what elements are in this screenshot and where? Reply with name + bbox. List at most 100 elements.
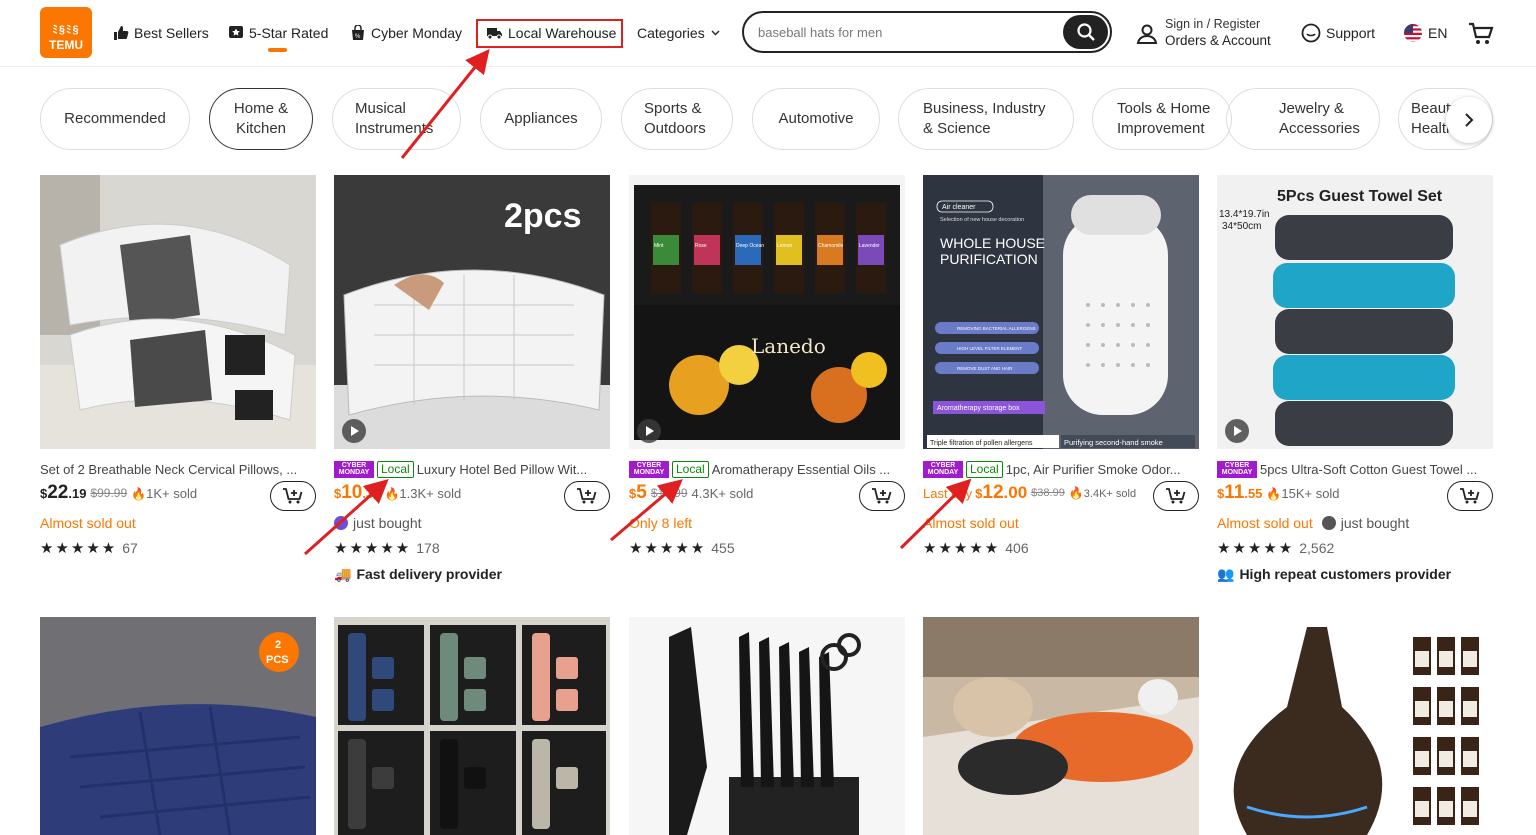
product-image-essential-oils[interactable]: Mint Rose Deep Ocean Lemon Chamomile Lavender… (629, 175, 905, 449)
stock-tag: Almost sold out (923, 515, 1019, 531)
chevron-right-icon (1465, 113, 1474, 127)
add-to-cart-button[interactable] (270, 481, 316, 511)
rating-row: ★★★★★ 2,562 (1217, 539, 1334, 557)
avatar (1321, 516, 1336, 530)
nav-five-star-rated[interactable]: 5-Star Rated (228, 22, 328, 44)
brand-lanedo: Lanedo (751, 334, 826, 358)
chip-musical-instruments[interactable]: Musical Instruments (332, 88, 461, 150)
product-title-row[interactable]: CYBER MONDAY Local Aromatherapy Essential… (629, 460, 905, 478)
add-to-cart-button[interactable] (564, 481, 610, 511)
chip-home-kitchen[interactable]: Home & Kitchen (209, 88, 313, 150)
svg-text:%: % (355, 34, 361, 40)
sold-count: 4.3K+ sold (691, 485, 754, 501)
image-text: PURIFICATION (940, 251, 1038, 267)
product-card[interactable]: 2pcs CYBER MONDAY Local Luxury Hotel Bed … (334, 175, 610, 585)
flame-icon: 🔥 (1266, 486, 1282, 501)
price-decimal: .34 (362, 485, 381, 501)
product-title-row[interactable]: CYBER MONDAY Local Luxury Hotel Bed Pillo… (334, 460, 610, 478)
product-image-knife-set[interactable] (629, 617, 905, 835)
nav-best-sellers-label: Best Sellers (134, 25, 209, 41)
provider-label: High repeat customers provider (1239, 566, 1452, 582)
chip-recommended[interactable]: Recommended (40, 88, 190, 150)
us-flag-icon (1404, 24, 1422, 42)
product-card[interactable]: Air cleaner Selection of new house decor… (923, 175, 1199, 565)
rating-count: 455 (711, 540, 735, 556)
product-title-row[interactable]: CYBER MONDAY Local 1pc, Air Purifier Smok… (923, 460, 1199, 478)
oil-label (1439, 751, 1453, 767)
category-next-button[interactable] (1446, 97, 1492, 143)
product-image-blue-pillow[interactable]: 2 PCS (40, 617, 316, 835)
price-currency: $ (1217, 485, 1225, 501)
chip-appliances[interactable]: Appliances (480, 88, 602, 150)
social-tag: just bought (334, 514, 422, 532)
image-text-2pcs: 2pcs (504, 197, 582, 235)
sold-count: 15K+ sold (1281, 485, 1340, 501)
oil-label (1415, 751, 1429, 767)
product-card[interactable]: Set of 2 Breathable Neck Cervical Pillow… (40, 175, 316, 565)
product-image-cat-pillow[interactable] (923, 617, 1199, 835)
product-image-hotel-pillow[interactable]: 2pcs (334, 175, 610, 449)
add-to-cart-button[interactable] (859, 481, 905, 511)
product-title: 5pcs Ultra-Soft Cotton Guest Towel ... (1260, 461, 1478, 477)
oil-label (817, 235, 843, 265)
sold-count: 3.4K+ sold (1083, 488, 1137, 500)
add-to-cart-icon (872, 488, 892, 504)
add-to-cart-icon (1166, 488, 1186, 504)
local-badge: Local (377, 460, 414, 478)
support-link[interactable]: Support (1301, 22, 1375, 44)
chip-business-industry-science[interactable]: Business, Industry & Science (898, 88, 1074, 150)
chip-automotive[interactable]: Automotive (752, 88, 880, 150)
language-selector[interactable]: EN (1403, 22, 1447, 44)
oil-label (858, 235, 884, 265)
product-image-pillows[interactable] (40, 175, 316, 449)
search-button[interactable] (1063, 15, 1108, 49)
flame-icon: 🔥 (1068, 486, 1084, 500)
search-input[interactable] (758, 22, 1048, 42)
price-currency: $ (629, 485, 637, 501)
image-text: 2 (275, 639, 281, 651)
nav-cyber-monday-label: Cyber Monday (371, 25, 463, 41)
product-image-air-purifier[interactable]: Air cleaner Selection of new house decor… (923, 175, 1199, 449)
product-card[interactable]: Mint Rose Deep Ocean Lemon Chamomile Lavender… (629, 175, 905, 565)
flame-icon: 🔥 (384, 486, 400, 501)
chip-jewelry-accessories[interactable]: Jewelry & Accessories (1226, 88, 1380, 150)
nav-five-star-label: 5-Star Rated (249, 25, 329, 41)
product-title[interactable]: Set of 2 Breathable Neck Cervical Pillow… (40, 460, 316, 478)
stock-tag-row: Almost sold out just bought (1217, 514, 1409, 532)
video-play-icon[interactable] (342, 419, 366, 443)
image-text: HIGH LEVEL FILTER ELEMENT (957, 346, 1023, 351)
logo-text: TEMU (49, 38, 83, 52)
add-to-cart-button[interactable] (1153, 481, 1199, 511)
nav-cyber-monday[interactable]: % Cyber Monday (350, 22, 462, 44)
rating-count: 406 (1005, 540, 1029, 556)
cart-button[interactable] (1468, 22, 1494, 51)
rating-count: 178 (416, 540, 440, 556)
oil-label (694, 235, 720, 265)
delivery-truck-icon: 🚚 (334, 565, 352, 582)
local-badge: Local (966, 460, 1003, 478)
price-integer: 11 (1224, 482, 1245, 503)
cyber-monday-badge: CYBER MONDAY (334, 460, 374, 478)
nav-categories[interactable]: Categories (637, 22, 720, 44)
product-image-towels[interactable]: 5Pcs Guest Towel Set 13.4*19.7in 34*50cm (1217, 175, 1493, 449)
product-card[interactable]: 5Pcs Guest Towel Set 13.4*19.7in 34*50cm… (1217, 175, 1493, 585)
nav-best-sellers[interactable]: Best Sellers (113, 22, 209, 44)
cyber-monday-badge: CYBER MONDAY (1217, 460, 1257, 478)
add-to-cart-button[interactable] (1447, 481, 1493, 511)
chip-tools-home-improvement[interactable]: Tools & Home Improvement (1092, 88, 1232, 150)
nav-active-underline (268, 48, 287, 52)
product-image-diffuser[interactable] (1217, 617, 1493, 835)
image-text: Triple filtration of pollen allergens (930, 440, 1033, 447)
chip-sports-outdoors[interactable]: Sports & Outdoors (621, 88, 733, 150)
video-play-icon[interactable] (637, 419, 661, 443)
price-decimal: .00 (1003, 483, 1028, 502)
temu-logo[interactable]: ﾐ§ﾐ§ TEMU (40, 7, 92, 58)
account-menu[interactable]: Sign in / Register Orders & Account (1136, 16, 1286, 52)
video-play-icon[interactable] (1225, 419, 1249, 443)
category-chip-bar: Recommended Home & Kitchen Musical Instr… (40, 88, 1493, 150)
original-price: $13.99 (650, 486, 688, 500)
product-title-row[interactable]: CYBER MONDAY 5pcs Ultra-Soft Cotton Guest… (1217, 460, 1493, 478)
product-image-thermos-sets[interactable] (334, 617, 610, 835)
price-integer: 5 (636, 482, 647, 503)
oil-label (1463, 701, 1477, 717)
